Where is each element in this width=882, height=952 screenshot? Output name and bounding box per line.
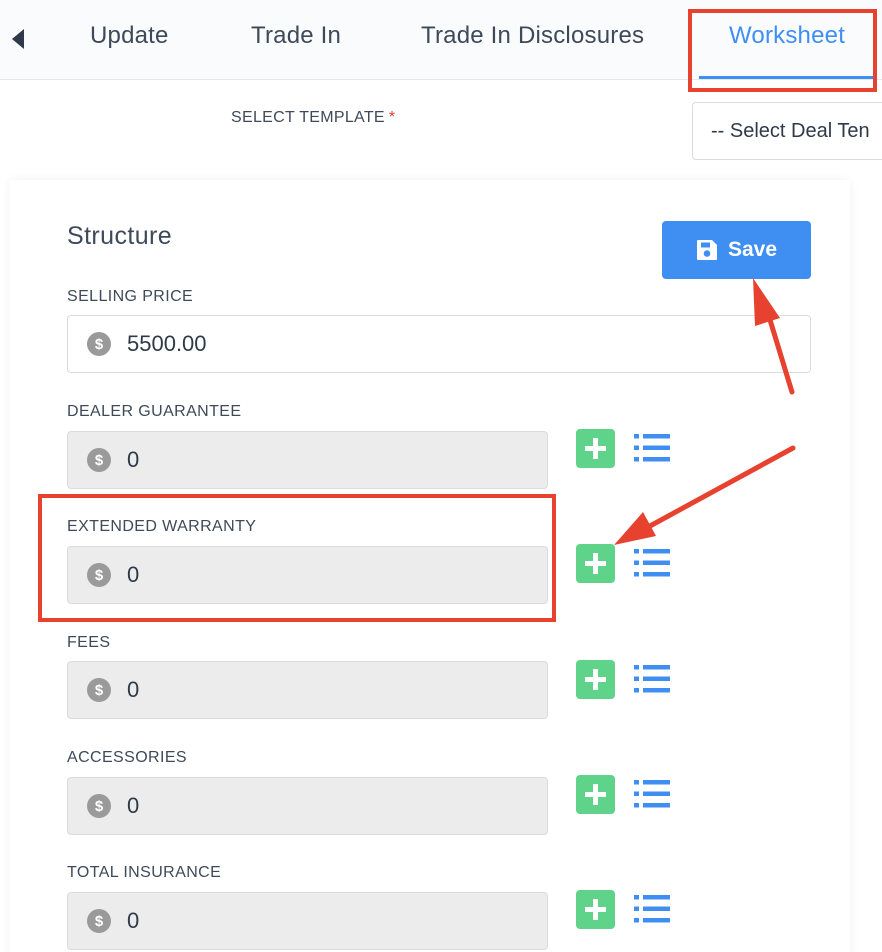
required-marker: * [388, 109, 396, 126]
add-extended-warranty-button[interactable] [576, 544, 615, 583]
select-template-label: SELECT TEMPLATE * [231, 109, 395, 127]
add-fees-button[interactable] [576, 660, 615, 699]
accessories-label: ACCESSORIES [67, 749, 187, 766]
tab-bar: Update Trade In Trade In Disclosures Wor… [0, 0, 882, 80]
floppy-disk-icon [696, 240, 717, 260]
fees-label: FEES [67, 634, 111, 651]
dollar-icon: $ [87, 563, 111, 587]
fees-list-icon[interactable] [634, 664, 670, 694]
dealer-guarantee-input: $ 0 [67, 431, 548, 489]
dealer-guarantee-value: 0 [127, 447, 140, 472]
selling-price-input[interactable]: $ 5500.00 [67, 315, 811, 373]
extended-warranty-list-icon[interactable] [634, 548, 670, 578]
active-tab-indicator [699, 76, 874, 79]
total-insurance-value: 0 [127, 908, 140, 933]
save-button[interactable]: Save [662, 221, 811, 279]
total-insurance-list-icon[interactable] [634, 894, 670, 924]
accessories-input: $ 0 [67, 777, 548, 835]
selling-price-label: SELLING PRICE [67, 288, 194, 305]
tab-update[interactable]: Update [90, 22, 169, 50]
add-accessories-button[interactable] [576, 775, 615, 814]
total-insurance-label: TOTAL INSURANCE [67, 864, 222, 881]
dollar-icon: $ [87, 448, 111, 472]
select-template-dropdown[interactable]: -- Select Deal Ten [692, 102, 882, 160]
tab-trade-in[interactable]: Trade In [251, 22, 341, 50]
selling-price-value: 5500.00 [127, 331, 207, 356]
section-title: Structure [67, 222, 173, 250]
save-button-label: Save [727, 238, 778, 261]
fees-input: $ 0 [67, 661, 548, 719]
add-dealer-guarantee-button[interactable] [576, 429, 615, 468]
dealer-guarantee-list-icon[interactable] [634, 433, 670, 463]
dollar-icon: $ [87, 794, 111, 818]
dealer-guarantee-label: DEALER GUARANTEE [67, 403, 242, 420]
tab-worksheet[interactable]: Worksheet [729, 22, 845, 50]
add-total-insurance-button[interactable] [576, 890, 615, 929]
dollar-icon: $ [87, 332, 111, 356]
select-template-label-text: SELECT TEMPLATE [231, 109, 385, 126]
dollar-icon: $ [87, 678, 111, 702]
extended-warranty-input: $ 0 [67, 546, 548, 604]
accessories-value: 0 [127, 793, 140, 818]
total-insurance-input: $ 0 [67, 892, 548, 950]
extended-warranty-value: 0 [127, 562, 140, 587]
dollar-icon: $ [87, 909, 111, 933]
accessories-list-icon[interactable] [634, 779, 670, 809]
extended-warranty-label: EXTENDED WARRANTY [67, 518, 257, 535]
fees-value: 0 [127, 677, 140, 702]
tab-trade-in-disclosures[interactable]: Trade In Disclosures [421, 22, 644, 50]
back-chevron-icon[interactable] [8, 26, 28, 52]
